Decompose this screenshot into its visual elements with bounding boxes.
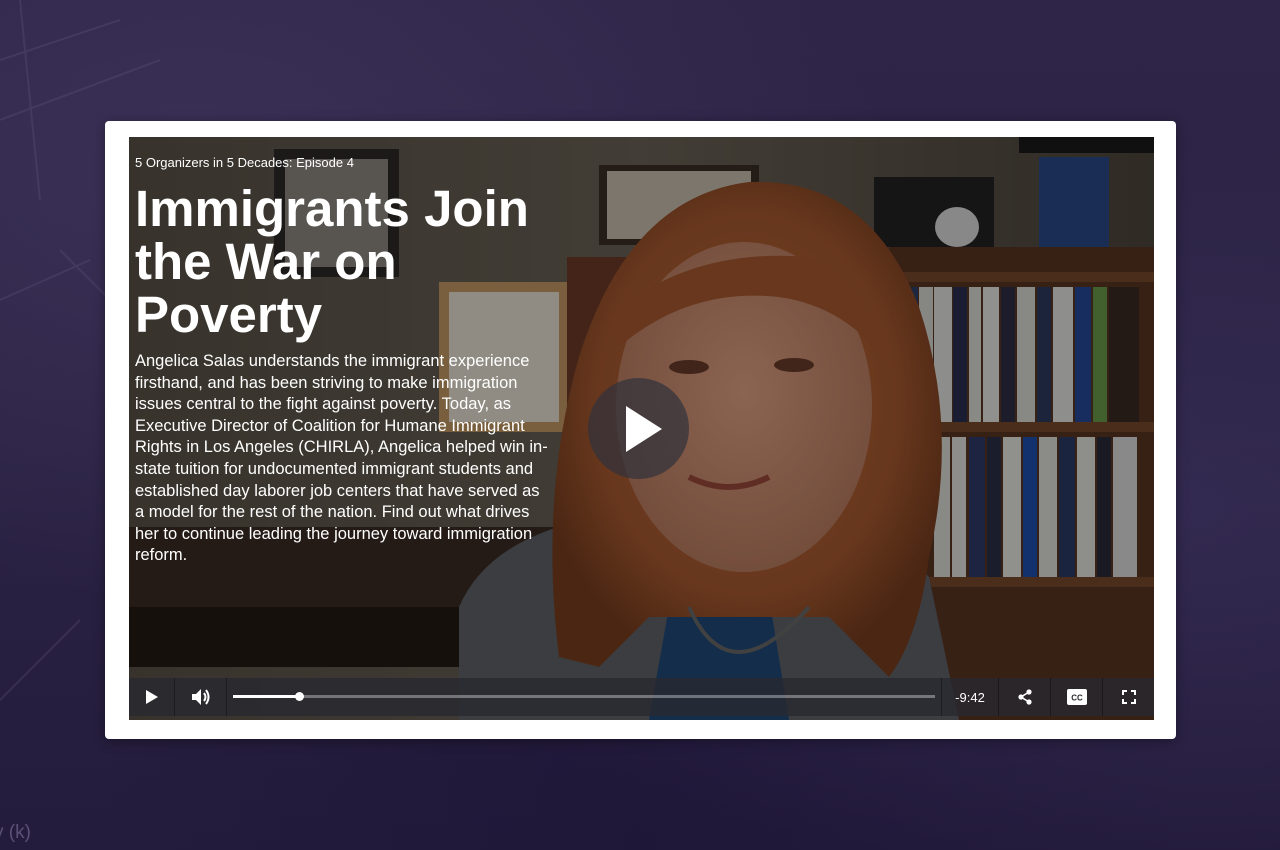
cc-label: CC	[1071, 694, 1083, 703]
share-icon	[1017, 689, 1032, 705]
closed-captions-button[interactable]: CC	[1050, 678, 1102, 716]
video-title: Immigrants Join the War on Poverty	[135, 180, 529, 343]
episode-label: 5 Organizers in 5 Decades: Episode 4	[135, 155, 354, 170]
time-remaining: -9:42	[941, 678, 998, 716]
play-icon	[146, 690, 158, 704]
video-info-overlay: 5 Organizers in 5 Decades: Episode 4 Imm…	[135, 155, 555, 567]
progress-track	[233, 692, 935, 701]
video-controls-bar: -9:42 CC	[129, 678, 1154, 716]
progress-bar[interactable]	[227, 678, 941, 716]
fullscreen-icon	[1121, 690, 1136, 704]
volume-icon	[191, 689, 209, 705]
big-play-button[interactable]	[588, 378, 689, 479]
progress-fill	[233, 695, 299, 698]
play-button[interactable]	[129, 678, 175, 716]
play-icon	[626, 406, 662, 452]
video-player[interactable]: 5 Organizers in 5 Decades: Episode 4 Imm…	[129, 137, 1154, 720]
share-button[interactable]	[998, 678, 1050, 716]
background-caption: y (k)	[0, 822, 31, 843]
video-description: Angelica Salas understands the immigrant…	[135, 352, 548, 565]
video-lightbox: 5 Organizers in 5 Decades: Episode 4 Imm…	[105, 121, 1176, 739]
fullscreen-button[interactable]	[1102, 678, 1154, 716]
volume-button[interactable]	[175, 678, 227, 716]
progress-scrubber[interactable]	[294, 692, 304, 701]
closed-captions-icon: CC	[1066, 689, 1087, 705]
